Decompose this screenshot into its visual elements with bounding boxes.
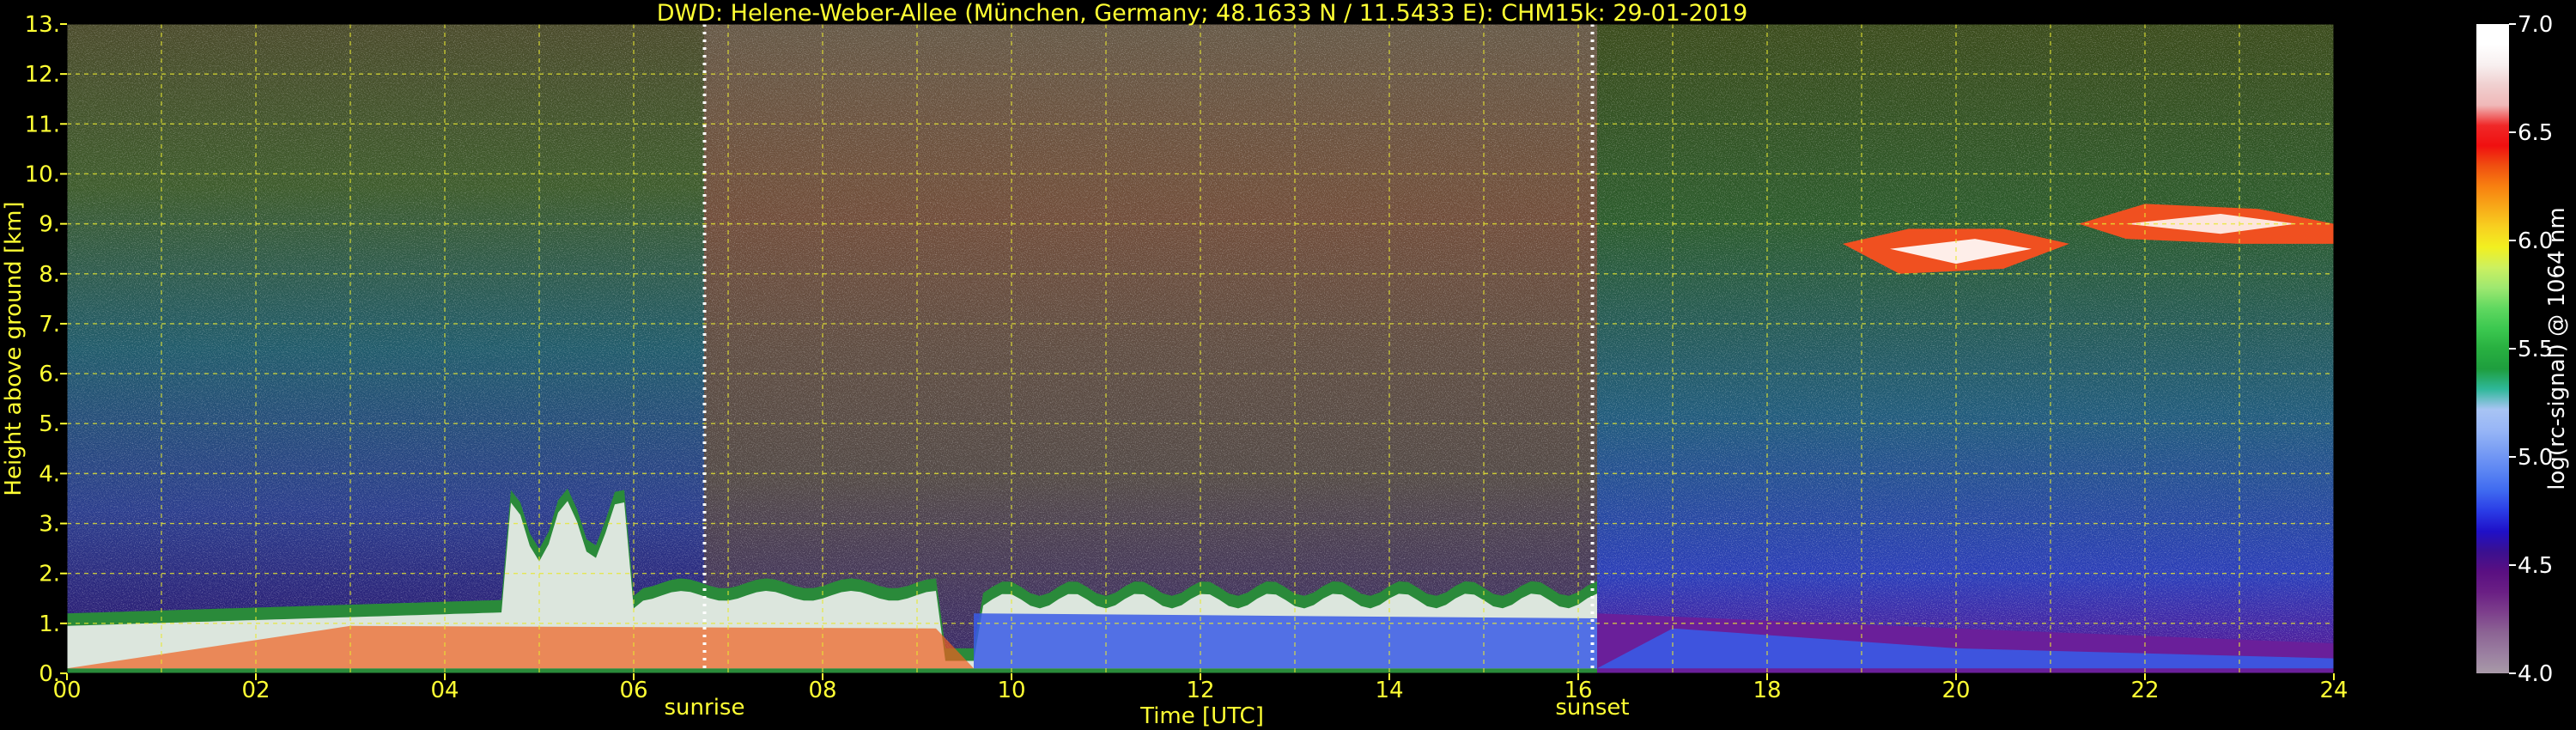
colorbar-tick-label: 4.0 (2518, 661, 2553, 687)
x-tick-label: 04 (430, 678, 459, 703)
y-tick-label: 5. (39, 411, 60, 437)
y-tick-label: 13. (25, 12, 60, 38)
plot-area (67, 24, 2334, 673)
colorbar-tick-label: 6.5 (2518, 120, 2553, 146)
y-tick-label: 1. (39, 611, 60, 637)
x-tick-label: 08 (808, 678, 836, 703)
y-tick-label: 4. (39, 461, 60, 487)
x-tick-label: 20 (1941, 678, 1970, 703)
colorbar-tick-label: 4.5 (2518, 553, 2553, 579)
x-axis-label: Time [UTC] (1139, 703, 1264, 729)
colorbar-scale (2476, 24, 2509, 673)
y-tick-label: 8. (39, 262, 60, 288)
x-axis: 00 02 04 06 08 10 12 14 16 18 20 22 24 (52, 673, 2348, 703)
colorbar: 4.04.55.05.56.06.57.0 log(rc-signal) @ 1… (2476, 12, 2570, 687)
y-tick-label: 2. (39, 562, 60, 587)
chart-title: DWD: Helene-Weber-Allee (München, German… (657, 0, 1748, 27)
x-tick-label: 18 (1753, 678, 1781, 703)
x-tick-label: 24 (2319, 678, 2348, 703)
y-tick-label: 6. (39, 362, 60, 387)
colorbar-label: log(rc-signal) @ 1064 nm (2544, 207, 2570, 490)
y-tick-label: 3. (39, 512, 60, 538)
sun-event-label: sunrise (665, 695, 745, 721)
y-tick-label: 9. (39, 212, 60, 238)
x-tick-label: 00 (52, 678, 81, 703)
y-tick-label: 12. (25, 62, 60, 88)
x-tick-label: 10 (997, 678, 1025, 703)
y-tick-label: 11. (25, 112, 60, 137)
boundary-layer-blue (974, 613, 1597, 669)
x-tick-label: 06 (619, 678, 647, 703)
x-tick-label: 02 (241, 678, 270, 703)
sun-event-label: sunset (1555, 695, 1629, 721)
y-tick-label: 7. (39, 312, 60, 338)
y-tick-label: 10. (25, 161, 60, 187)
y-axis: 0.1.2.3.4.5.6.7.8.9.10.11.12.13. (25, 12, 67, 687)
y-axis-label: Height above ground [km] (1, 201, 27, 496)
x-tick-label: 14 (1375, 678, 1403, 703)
x-tick-label: 22 (2130, 678, 2159, 703)
x-tick-label: 12 (1186, 678, 1214, 703)
colorbar-tick-label: 7.0 (2518, 12, 2553, 38)
lidar-figure: 0.1.2.3.4.5.6.7.8.9.10.11.12.13. 00 02 04 0… (1, 0, 2570, 729)
